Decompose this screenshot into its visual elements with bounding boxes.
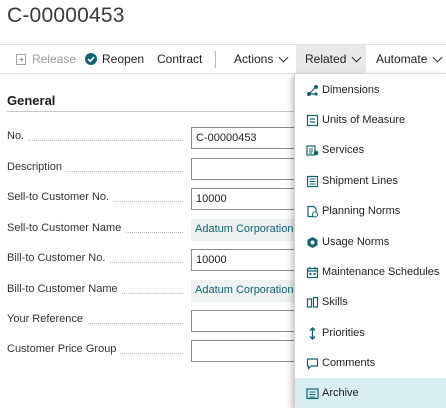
section-divider xyxy=(7,111,297,112)
your-reference-field[interactable] xyxy=(191,310,311,332)
field-label: Bill-to Customer Name xyxy=(7,283,189,295)
reopen-button[interactable]: Reopen xyxy=(84,45,144,73)
contract-label: Contract xyxy=(157,52,203,66)
customer-price-group-field[interactable] xyxy=(191,340,311,362)
menu-item-dimensions[interactable]: Dimensions xyxy=(295,75,446,105)
field-row-customer-price-group: Customer Price Group xyxy=(7,340,311,362)
chevron-down-icon xyxy=(278,52,289,62)
field-label: Your Reference xyxy=(7,313,189,325)
usage-norms-icon xyxy=(305,235,319,249)
menu-item-services[interactable]: Services xyxy=(295,135,446,165)
services-icon xyxy=(305,143,319,157)
release-label: Release xyxy=(32,52,77,66)
release-icon xyxy=(14,52,28,66)
sell-to-customer-name-field[interactable]: Adatum Corporation xyxy=(191,219,311,241)
related-dropdown-menu: Dimensions Units of Measure Services Shi… xyxy=(294,74,446,408)
field-row-sell-to-customer-no: Sell-to Customer No. 10000 xyxy=(7,188,311,210)
description-field[interactable] xyxy=(191,158,311,180)
shipment-lines-icon xyxy=(305,174,319,188)
chevron-down-icon xyxy=(432,52,443,62)
field-label: Description xyxy=(7,161,189,173)
menu-item-usage-norms[interactable]: Usage Norms xyxy=(295,227,446,257)
priorities-icon xyxy=(305,326,319,340)
actions-label: Actions xyxy=(234,52,274,66)
menu-item-priorities[interactable]: Priorities xyxy=(295,318,446,348)
field-label: Sell-to Customer No. xyxy=(7,191,189,203)
related-label: Related xyxy=(305,52,347,66)
menu-item-comments[interactable]: Comments xyxy=(295,348,446,378)
field-label: Bill-to Customer No. xyxy=(7,252,189,264)
field-label: Customer Price Group xyxy=(7,343,189,355)
bill-to-customer-name-field[interactable]: Adatum Corporation xyxy=(191,280,311,302)
field-row-no: No. C-00000453 xyxy=(7,127,311,149)
no-field[interactable]: C-00000453 xyxy=(191,127,311,149)
chevron-down-icon xyxy=(351,52,362,62)
menu-item-skills[interactable]: Skills xyxy=(295,287,446,317)
field-label: Sell-to Customer Name xyxy=(7,222,189,234)
field-row-bill-to-customer-name: Bill-to Customer Name Adatum Corporation xyxy=(7,280,311,302)
page-title: C-00000453 xyxy=(7,4,125,27)
contract-button[interactable]: Contract xyxy=(157,45,202,73)
automate-menu-button[interactable]: Automate xyxy=(376,45,443,73)
maintenance-schedules-icon xyxy=(305,265,319,279)
release-button[interactable]: Release xyxy=(14,45,76,73)
units-icon xyxy=(305,113,319,127)
field-row-description: Description xyxy=(7,158,311,180)
menu-item-archive[interactable]: Archive xyxy=(295,378,446,408)
menu-item-shipment-lines[interactable]: Shipment Lines xyxy=(295,166,446,196)
action-bar: Release Reopen Contract Actions Related … xyxy=(0,44,446,74)
menu-item-planning-norms[interactable]: Planning Norms xyxy=(295,196,446,226)
actions-menu-button[interactable]: Actions xyxy=(234,45,289,73)
bill-to-customer-no-field[interactable]: 10000 xyxy=(191,249,311,271)
reopen-label: Reopen xyxy=(102,52,145,66)
menu-item-units-of-measure[interactable]: Units of Measure xyxy=(295,105,446,135)
dimensions-icon xyxy=(305,83,319,97)
section-title-general: General xyxy=(7,93,56,108)
skills-icon xyxy=(305,295,319,309)
reopen-icon xyxy=(84,52,98,66)
planning-norms-icon xyxy=(305,204,319,218)
menu-item-maintenance-schedules[interactable]: Maintenance Schedules xyxy=(295,257,446,287)
field-row-sell-to-customer-name: Sell-to Customer Name Adatum Corporation xyxy=(7,219,311,241)
sell-to-customer-no-field[interactable]: 10000 xyxy=(191,188,311,210)
field-row-bill-to-customer-no: Bill-to Customer No. 10000 xyxy=(7,249,311,271)
action-separator xyxy=(215,51,216,68)
automate-label: Automate xyxy=(376,52,428,66)
archive-icon xyxy=(305,386,319,400)
field-label: No. xyxy=(7,130,189,142)
related-menu-button[interactable]: Related xyxy=(296,45,366,73)
field-row-your-reference: Your Reference xyxy=(7,310,311,332)
comments-icon xyxy=(305,356,319,370)
